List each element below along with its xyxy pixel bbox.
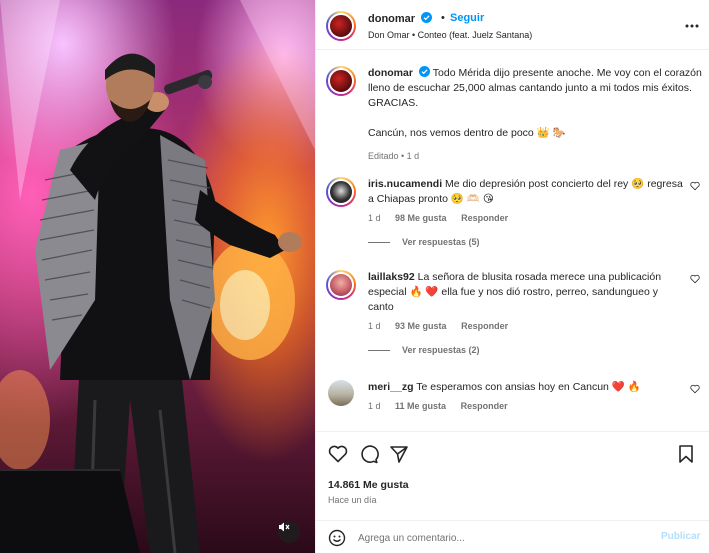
view-replies-button[interactable]: Ver respuestas (5) bbox=[368, 237, 706, 247]
comment-item: laillaks92 La señora de blusita rosada m… bbox=[326, 270, 706, 355]
comment-like-icon[interactable] bbox=[690, 181, 700, 191]
post-timestamp[interactable]: Hace un día bbox=[328, 495, 377, 505]
bookmark-icon[interactable] bbox=[676, 444, 696, 464]
comment-like-icon[interactable] bbox=[690, 274, 700, 284]
audio-toggle-button[interactable] bbox=[278, 521, 300, 543]
comment-text: Te esperamos con ansias hoy en Cancun ❤️… bbox=[416, 381, 641, 393]
caption-username-link[interactable]: donomar bbox=[368, 66, 433, 79]
comment-age: 1 d bbox=[368, 401, 381, 411]
commenter-username-link[interactable]: meri__zg bbox=[368, 381, 414, 393]
post-header: donomar • Seguir Don Omar • Conteo (feat… bbox=[316, 0, 709, 50]
author-username-link[interactable]: donomar bbox=[368, 12, 433, 25]
comment-likes-count[interactable]: 11 Me gusta bbox=[395, 401, 446, 411]
comment-like-icon[interactable] bbox=[690, 384, 700, 394]
commenter-avatar[interactable] bbox=[326, 270, 356, 300]
comment-likes-count[interactable]: 93 Me gusta bbox=[395, 321, 447, 331]
post-dialog: donomar • Seguir Don Omar • Conteo (feat… bbox=[0, 0, 709, 553]
comment-item: meri__zg Te esperamos con ansias hoy en … bbox=[326, 380, 706, 411]
commenter-username-link[interactable]: laillaks92 bbox=[368, 271, 415, 283]
post-caption: donomar Todo Mérida dijo presente anoche… bbox=[326, 66, 706, 161]
comment-age: 1 d bbox=[368, 213, 381, 223]
verified-badge-icon bbox=[421, 12, 433, 23]
comment-composer: Publicar bbox=[316, 520, 709, 553]
post-side-panel: donomar • Seguir Don Omar • Conteo (feat… bbox=[315, 0, 709, 553]
speaker-muted-icon bbox=[279, 522, 290, 532]
post-actions: 14.861 Me gusta Hace un día Publicar bbox=[316, 431, 709, 553]
publish-comment-button[interactable]: Publicar bbox=[661, 531, 700, 542]
commenter-avatar[interactable] bbox=[328, 380, 354, 406]
verified-badge-icon bbox=[418, 66, 430, 77]
caption-meta: Editado • 1 d bbox=[368, 151, 420, 161]
view-replies-label: Ver respuestas (2) bbox=[402, 345, 480, 355]
paper-plane-icon[interactable] bbox=[389, 444, 409, 464]
heart-icon[interactable] bbox=[328, 444, 348, 464]
post-video[interactable] bbox=[0, 0, 315, 553]
caption-text-second: Cancún, nos vemos dentro de poco 👑 🐎 bbox=[368, 127, 566, 139]
comment-item: iris.nucamendi Me dio depresión post con… bbox=[326, 177, 706, 247]
comment-input[interactable] bbox=[358, 529, 648, 547]
view-replies-label: Ver respuestas (5) bbox=[402, 237, 480, 247]
audio-track-link[interactable]: Don Omar • Conteo (feat. Juelz Santana) bbox=[368, 30, 532, 40]
header-separator: • bbox=[441, 12, 445, 24]
comment-age: 1 d bbox=[368, 321, 381, 331]
replies-divider bbox=[368, 241, 390, 243]
caption-author-avatar[interactable] bbox=[326, 66, 356, 96]
reply-button[interactable]: Responder bbox=[461, 213, 508, 223]
commenter-username-link[interactable]: iris.nucamendi bbox=[368, 178, 442, 190]
more-options-icon[interactable] bbox=[684, 18, 700, 34]
author-avatar[interactable] bbox=[326, 11, 356, 41]
likes-count[interactable]: 14.861 Me gusta bbox=[328, 479, 409, 491]
emoji-icon[interactable] bbox=[328, 529, 346, 547]
comment-bubble-icon[interactable] bbox=[359, 444, 379, 464]
comment-likes-count[interactable]: 98 Me gusta bbox=[395, 213, 447, 223]
reply-button[interactable]: Responder bbox=[461, 321, 508, 331]
concert-scene bbox=[0, 0, 315, 553]
follow-button[interactable]: Seguir bbox=[450, 12, 484, 24]
view-replies-button[interactable]: Ver respuestas (2) bbox=[368, 345, 706, 355]
commenter-avatar[interactable] bbox=[326, 177, 356, 207]
replies-divider bbox=[368, 349, 390, 351]
reply-button[interactable]: Responder bbox=[461, 401, 508, 411]
